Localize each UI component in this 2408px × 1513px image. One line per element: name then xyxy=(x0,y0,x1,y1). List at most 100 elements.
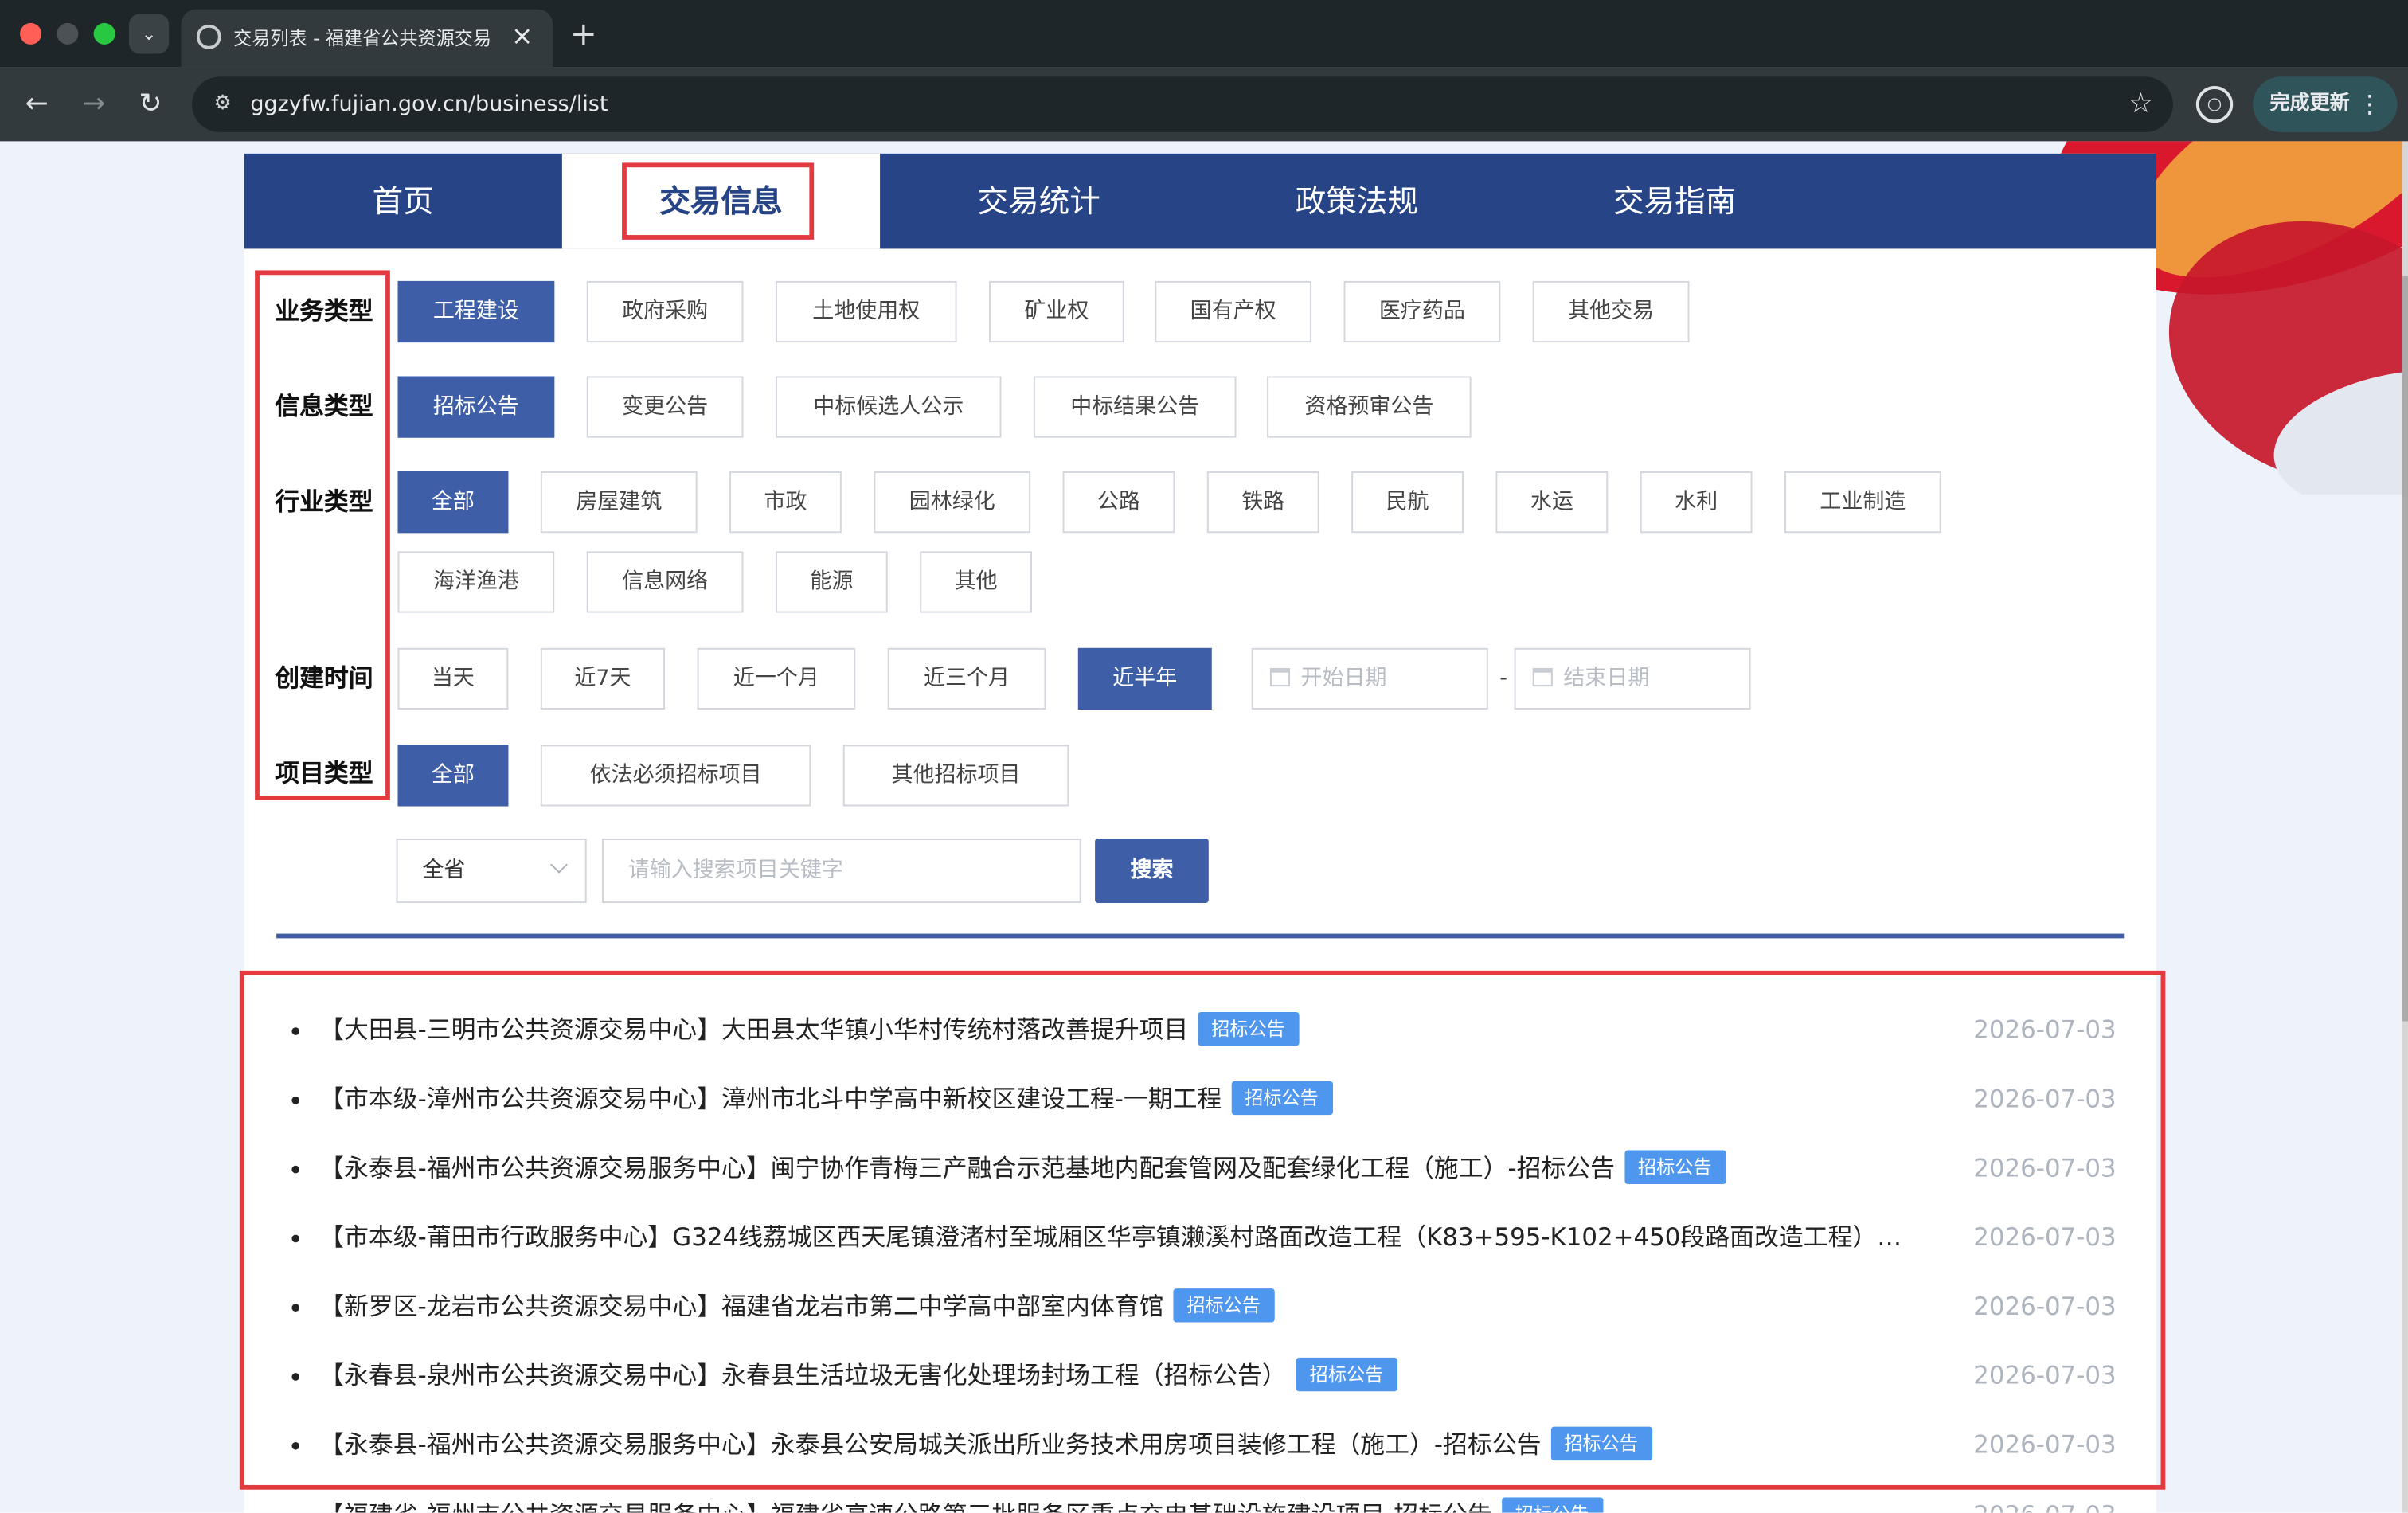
address-bar[interactable]: ⚙ ggzyfw.fujian.gov.cn/business/list ☆ xyxy=(192,76,2173,132)
result-row[interactable]: 【永春县-泉州市公共资源交易中心】永春县生活垃圾无害化处理场封场工程（招标公告）… xyxy=(291,1357,2125,1394)
region-value: 全省 xyxy=(422,858,466,883)
business-option[interactable]: 工程建设 xyxy=(397,280,555,343)
search-button[interactable]: 搜索 xyxy=(1095,839,1209,904)
result-date: 2026-07-03 xyxy=(1973,1429,2117,1460)
time-option[interactable]: 当天 xyxy=(397,647,509,710)
industry-option[interactable]: 海洋渔港 xyxy=(397,551,555,613)
info-option[interactable]: 中标结果公告 xyxy=(1033,376,1237,438)
result-row[interactable]: 【大田县-三明市公共资源交易中心】大田县太华镇小华村传统村落改善提升项目 招标公告… xyxy=(291,1011,2125,1049)
business-option[interactable]: 矿业权 xyxy=(989,280,1124,343)
industry-option[interactable]: 园林绿化 xyxy=(874,471,1031,534)
result-title-text: 【新罗区-龙岩市公共资源交易中心】福建省龙岩市第二中学高中部室内体育馆 xyxy=(319,1291,1164,1321)
industry-option[interactable]: 信息网络 xyxy=(586,551,744,613)
start-date-field[interactable]: 开始日期 xyxy=(1251,647,1488,710)
status-badge: 招标公告 xyxy=(1173,1288,1275,1323)
info-option[interactable]: 招标公告 xyxy=(397,376,555,438)
tab-title: 交易列表 - 福建省公共资源交易 xyxy=(233,27,492,49)
region-select[interactable]: 全省 xyxy=(396,839,587,904)
result-title-text: 【永泰县-福州市公共资源交易服务中心】永泰县公安局城关派出所业务技术用房项目装修… xyxy=(319,1429,1542,1460)
industry-option[interactable]: 水运 xyxy=(1495,471,1609,534)
browser-menu-icon[interactable]: ⋮ xyxy=(2357,76,2382,131)
nav-transaction-statistics[interactable]: 交易统计 xyxy=(880,154,1198,249)
result-date: 2026-07-03 xyxy=(1973,1360,2117,1390)
status-badge: 招标公告 xyxy=(1550,1426,1652,1461)
result-date: 2026-07-03 xyxy=(1973,1015,2117,1045)
business-option[interactable]: 政府采购 xyxy=(586,280,744,343)
transaction-list-panel: 首页 交易信息 交易统计 政策法规 交易指南 业务类型 信息类型 行业类型 创建… xyxy=(239,153,2166,1513)
site-settings-icon[interactable]: ⚙ xyxy=(207,89,238,120)
close-tab-icon[interactable]: × xyxy=(506,22,538,53)
info-option[interactable]: 中标候选人公示 xyxy=(775,376,1002,438)
business-option[interactable]: 医疗药品 xyxy=(1343,280,1501,343)
result-title: 【永春县-泉州市公共资源交易中心】永春县生活垃圾无害化处理场封场工程（招标公告）… xyxy=(319,1357,1398,1394)
keyword-search-input[interactable]: 请输入搜索项目关键字 xyxy=(602,839,1081,904)
status-badge: 招标公告 xyxy=(1197,1011,1300,1046)
tab-search-button[interactable]: ⌄ xyxy=(129,14,170,54)
time-option[interactable]: 近半年 xyxy=(1077,647,1212,710)
result-row[interactable]: 【新罗区-龙岩市公共资源交易中心】福建省龙岩市第二中学高中部室内体育馆 招标公告 2… xyxy=(291,1288,2125,1325)
time-option[interactable]: 近三个月 xyxy=(887,647,1046,710)
highlight-nav-box xyxy=(622,162,815,240)
result-date: 2026-07-03 xyxy=(1973,1153,2117,1183)
result-title-text: 【永春县-泉州市公共资源交易中心】永春县生活垃圾无害化处理场封场工程（招标公告） xyxy=(319,1360,1287,1390)
result-row[interactable]: 【永泰县-福州市公共资源交易服务中心】永泰县公安局城关派出所业务技术用房项目装修… xyxy=(291,1426,2125,1464)
partial-result-row[interactable]: 【福建省-福州市公共资源交易服务中心】福建省高速公路第三批服务区重点充电基础设施… xyxy=(298,1497,2125,1513)
business-option[interactable]: 其他交易 xyxy=(1532,280,1690,343)
industry-option[interactable]: 全部 xyxy=(397,471,509,534)
status-badge: 招标公告 xyxy=(1230,1081,1333,1116)
info-option[interactable]: 资格预审公告 xyxy=(1267,376,1472,438)
result-title-text: 【市本级-莆田市行政服务中心】G324线荔城区西天尾镇澄渚村至城厢区华亭镇濑溪村… xyxy=(319,1222,1878,1252)
reload-icon[interactable]: ↻ xyxy=(129,83,172,126)
industry-option[interactable]: 其他 xyxy=(920,551,1033,613)
project-type-label: 项目类型 xyxy=(275,758,373,788)
maximize-window-icon[interactable] xyxy=(93,22,115,45)
back-icon[interactable]: ← xyxy=(15,83,58,126)
end-date-field[interactable]: 结束日期 xyxy=(1514,647,1751,710)
scrollbar-thumb[interactable] xyxy=(2402,276,2408,1022)
forward-icon[interactable]: → xyxy=(72,83,115,126)
minimize-window-icon[interactable] xyxy=(57,22,79,45)
vertical-scrollbar[interactable] xyxy=(2402,141,2408,1513)
industry-option[interactable]: 能源 xyxy=(775,551,888,613)
nav-home[interactable]: 首页 xyxy=(244,154,562,249)
result-row[interactable]: 【市本级-莆田市行政服务中心】G324线荔城区西天尾镇澄渚村至城厢区华亭镇濑溪村… xyxy=(291,1219,2125,1256)
result-row[interactable]: 【永泰县-福州市公共资源交易服务中心】闽宁协作青梅三产融合示范基地内配套管网及配… xyxy=(291,1150,2125,1187)
update-button[interactable]: 完成更新 ⋮ xyxy=(2253,76,2398,132)
result-title: 【永泰县-福州市公共资源交易服务中心】闽宁协作青梅三产融合示范基地内配套管网及配… xyxy=(319,1150,1726,1187)
main-navigation: 首页 交易信息 交易统计 政策法规 交易指南 xyxy=(244,153,2156,249)
industry-option[interactable]: 民航 xyxy=(1351,471,1464,534)
business-option[interactable]: 国有产权 xyxy=(1155,280,1312,343)
industry-option[interactable]: 公路 xyxy=(1062,471,1175,534)
result-row[interactable]: 【福建省-福州市公共资源交易服务中心】福建省高速公路第三批服务区重点充电基础设施… xyxy=(298,1497,2125,1513)
business-option[interactable]: 土地使用权 xyxy=(775,280,957,343)
close-window-icon[interactable] xyxy=(20,22,42,45)
info-option[interactable]: 变更公告 xyxy=(586,376,744,438)
industry-option[interactable]: 房屋建筑 xyxy=(540,471,698,534)
results-divider xyxy=(276,933,2125,939)
time-option[interactable]: 近7天 xyxy=(540,647,666,710)
address-url[interactable]: ggzyfw.fujian.gov.cn/business/list xyxy=(250,89,608,120)
result-row[interactable]: 【市本级-漳州市公共资源交易中心】漳州市北斗中学高中新校区建设工程-一期工程 招标… xyxy=(291,1081,2125,1118)
new-tab-button[interactable]: + xyxy=(565,15,602,52)
title-ellipsis: … xyxy=(1877,1222,1902,1252)
project-option[interactable]: 其他招标项目 xyxy=(842,745,1069,807)
result-title-text: 【永泰县-福州市公共资源交易服务中心】闽宁协作青梅三产融合示范基地内配套管网及配… xyxy=(319,1153,1616,1183)
industry-option[interactable]: 水利 xyxy=(1640,471,1753,534)
result-date: 2026-07-03 xyxy=(1947,1497,2116,1512)
nav-policies[interactable]: 政策法规 xyxy=(1198,154,1515,249)
project-option[interactable]: 全部 xyxy=(397,745,509,807)
nav-guide[interactable]: 交易指南 xyxy=(1516,154,1834,249)
active-browser-tab[interactable]: 交易列表 - 福建省公共资源交易 × xyxy=(181,9,553,68)
time-option[interactable]: 近一个月 xyxy=(697,647,856,710)
status-badge: 招标公告 xyxy=(1296,1357,1398,1392)
end-date-placeholder: 结束日期 xyxy=(1563,667,1650,691)
industry-option[interactable]: 铁路 xyxy=(1206,471,1319,534)
industry-option[interactable]: 工业制造 xyxy=(1784,471,1941,534)
list-bullet-icon xyxy=(291,1097,300,1104)
page-viewport: 首页 交易信息 交易统计 政策法规 交易指南 业务类型 信息类型 行业类型 创建… xyxy=(0,141,2408,1513)
bookmark-star-icon[interactable]: ☆ xyxy=(2124,88,2157,121)
profile-icon[interactable]: ○ xyxy=(2195,86,2234,123)
industry-option[interactable]: 市政 xyxy=(729,471,842,534)
date-separator: - xyxy=(1499,667,1507,691)
project-option[interactable]: 依法必须招标项目 xyxy=(540,745,811,807)
